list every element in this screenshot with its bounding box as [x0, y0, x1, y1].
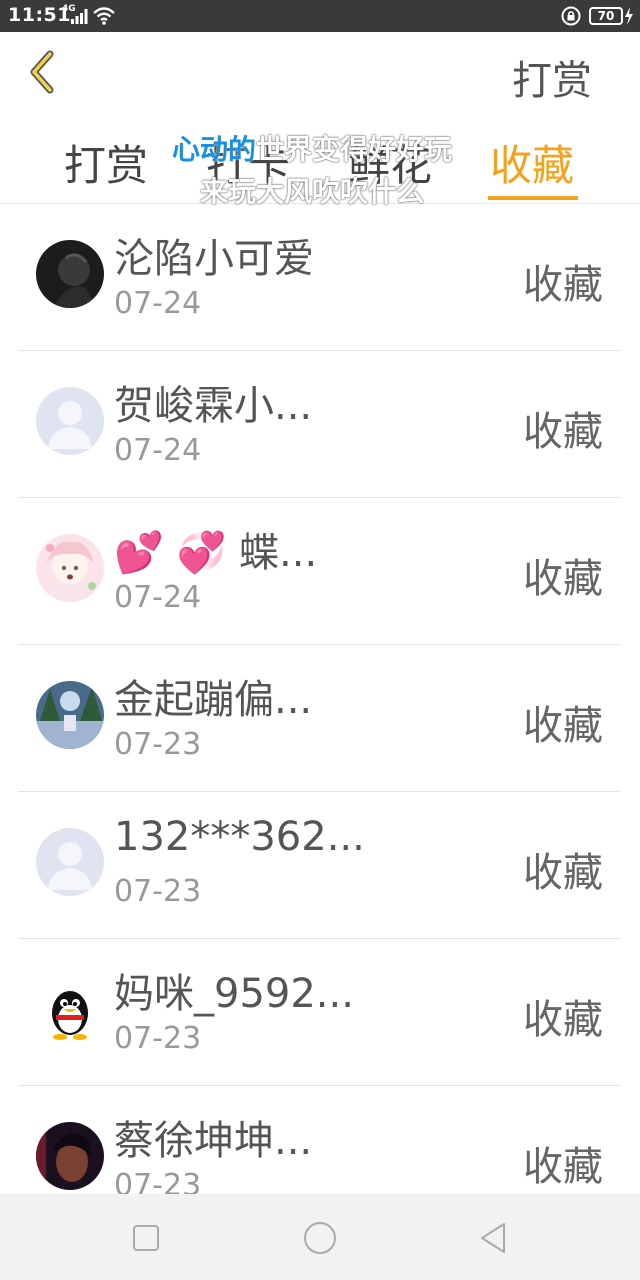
item-date: 07-23	[114, 1021, 202, 1056]
avatar	[36, 534, 104, 602]
user-name: 132***362...	[114, 814, 365, 860]
avatar	[36, 828, 104, 896]
list-item[interactable]: 贺峻霖小... 07-24 收藏	[18, 351, 621, 498]
signal-icon	[71, 9, 88, 24]
avatar	[36, 1122, 104, 1190]
user-name: 沦陷小可爱	[114, 236, 314, 282]
list-item[interactable]: 132***362... 07-23 收藏	[18, 792, 621, 939]
user-name: 💕 💞 蝶...	[114, 530, 318, 576]
triangle-back-icon[interactable]	[474, 1218, 514, 1258]
item-date: 07-24	[114, 433, 202, 468]
overlay-highlight: 心动的	[172, 133, 257, 166]
battery-indicator: 70	[589, 7, 623, 25]
avatar	[36, 681, 104, 749]
favorite-label: 收藏	[523, 703, 603, 749]
avatar	[36, 240, 104, 308]
tab-reward[interactable]: 打赏	[64, 132, 148, 193]
list-item[interactable]: 💕 💞 蝶... 07-24 收藏	[18, 498, 621, 645]
item-date: 07-24	[114, 580, 202, 615]
favorite-label: 收藏	[523, 262, 603, 308]
status-bar: 11:51 4G 70	[0, 0, 640, 32]
item-date: 07-23	[114, 1168, 202, 1194]
favorite-label: 收藏	[523, 850, 603, 896]
lock-icon	[561, 6, 581, 26]
favorite-label: 收藏	[523, 1144, 603, 1190]
user-name: 金起蹦偏...	[114, 677, 313, 723]
item-date: 07-23	[114, 874, 202, 909]
header: 打赏	[0, 32, 640, 114]
charging-icon	[625, 7, 633, 25]
favorite-label: 收藏	[523, 556, 603, 602]
user-name: 贺峻霖小...	[114, 383, 313, 429]
list-item[interactable]: 金起蹦偏... 07-23 收藏	[18, 645, 621, 792]
favorite-label: 收藏	[523, 409, 603, 455]
list-item[interactable]: 蔡徐坤坤... 07-23 收藏	[18, 1086, 621, 1194]
square-icon[interactable]	[126, 1218, 166, 1258]
favorite-label: 收藏	[523, 997, 603, 1043]
item-date: 07-23	[114, 727, 202, 762]
chevron-left-icon[interactable]	[26, 50, 58, 94]
circle-icon[interactable]	[300, 1218, 340, 1258]
item-date: 07-24	[114, 286, 202, 321]
active-tab-indicator	[488, 196, 578, 200]
favorites-list: 沦陷小可爱 07-24 收藏 贺峻霖小... 07-24 收藏 💕 💞 蝶...…	[0, 204, 640, 1194]
user-name: 妈咪_9592...	[114, 971, 354, 1017]
list-item[interactable]: 妈咪_9592... 07-23 收藏	[18, 939, 621, 1086]
tab-favorites[interactable]: 收藏	[490, 132, 574, 193]
overlay-caption-line1: 心动的世界变得好好玩	[172, 128, 452, 168]
header-title-button[interactable]: 打赏	[512, 48, 592, 106]
user-name: 蔡徐坤坤...	[114, 1118, 313, 1164]
avatar	[36, 975, 104, 1043]
avatar	[36, 387, 104, 455]
overlay-rest: 世界变得好好玩	[256, 133, 453, 166]
list-item[interactable]: 沦陷小可爱 07-24 收藏	[18, 204, 621, 351]
wifi-icon	[93, 7, 115, 25]
system-nav-bar	[0, 1194, 640, 1280]
